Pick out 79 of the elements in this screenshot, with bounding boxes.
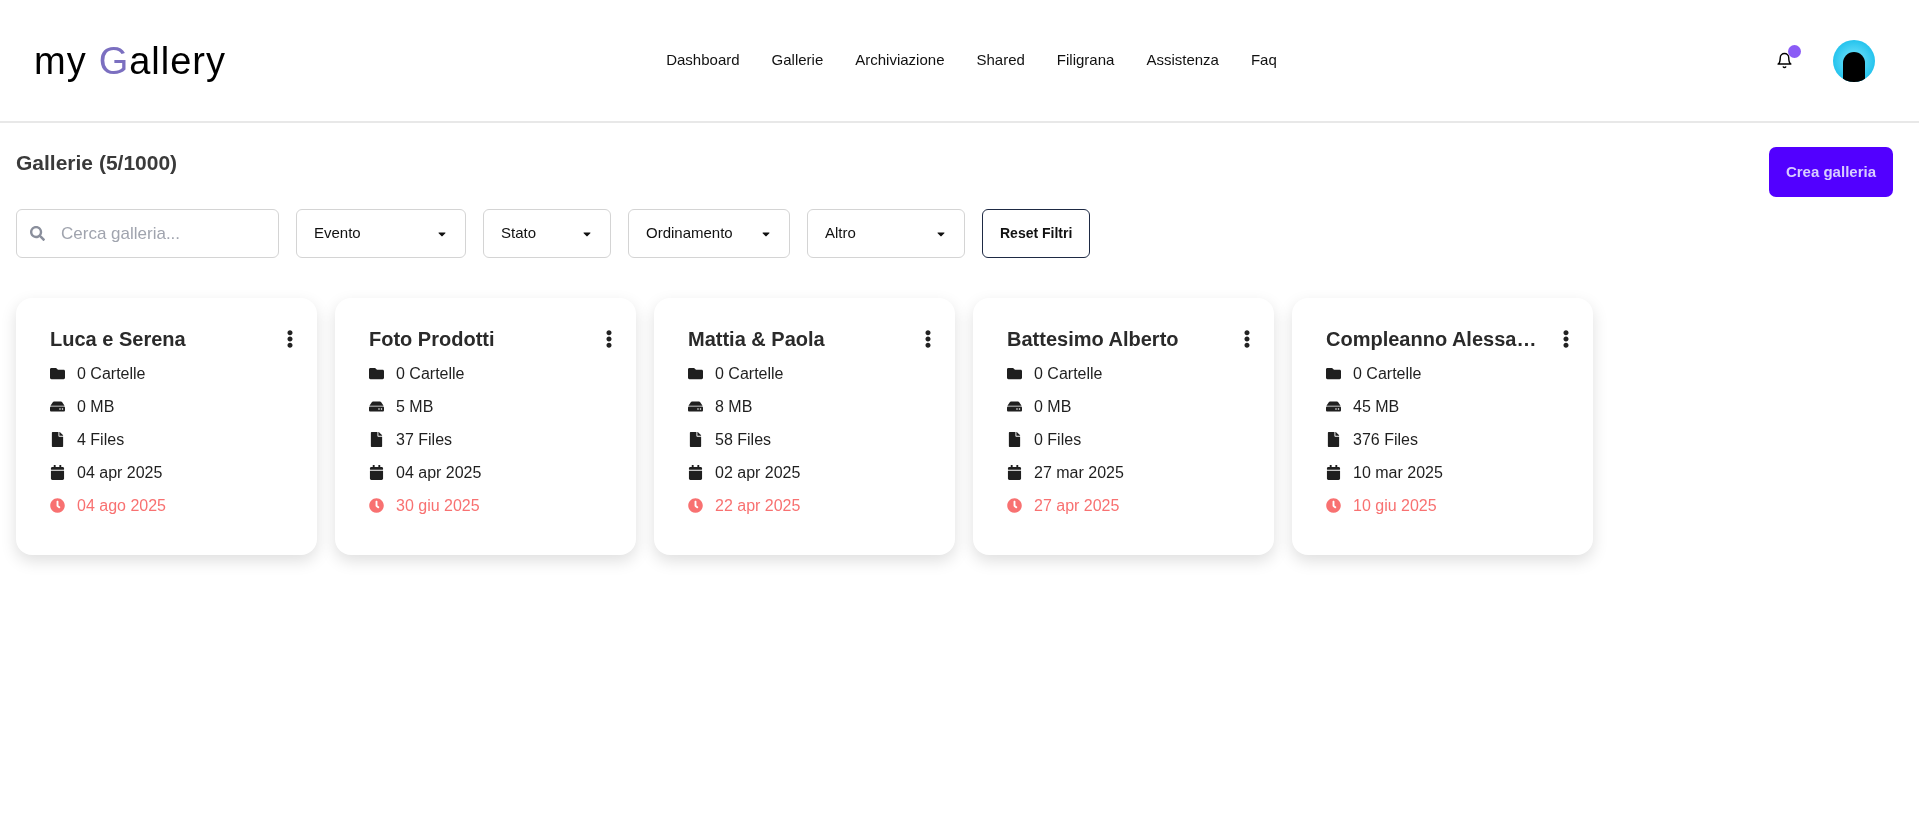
gallery-card[interactable]: Battesimo Alberto 0 Cartelle 0 MB 0 Files 27 mar 2025 27 apr 2025 xyxy=(973,298,1274,555)
gallery-title: Battesimo Alberto xyxy=(1007,327,1179,352)
gallery-title: Compleanno Alessa… xyxy=(1326,327,1537,352)
reset-filters-button[interactable]: Reset Filtri xyxy=(982,209,1091,258)
detail-text: 04 apr 2025 xyxy=(77,462,163,483)
detail-text: 04 apr 2025 xyxy=(396,462,482,483)
detail-text: 0 Cartelle xyxy=(1353,363,1422,384)
page-title: Gallerie (5/1000) xyxy=(16,150,178,176)
gallery-title: Luca e Serena xyxy=(50,327,186,352)
drive-icon xyxy=(688,399,703,414)
file-icon xyxy=(1326,432,1341,447)
detail-text: 58 Files xyxy=(715,429,772,450)
clock-icon xyxy=(50,498,65,513)
expiry-date: 10 giu 2025 xyxy=(1353,495,1437,516)
folder-icon xyxy=(369,366,384,381)
detail-text: 5 MB xyxy=(396,396,434,417)
folder-icon xyxy=(688,366,703,381)
file-icon xyxy=(1007,432,1022,447)
detail-text: 0 Cartelle xyxy=(396,363,465,384)
detail-text: 8 MB xyxy=(715,396,753,417)
detail-text: 0 Cartelle xyxy=(77,363,146,384)
create-gallery-button[interactable]: Crea galleria xyxy=(1768,147,1893,197)
detail-text: 02 apr 2025 xyxy=(715,462,801,483)
folder-icon xyxy=(1326,366,1341,381)
calendar-icon xyxy=(50,465,65,480)
detail-text: 4 Files xyxy=(77,429,125,450)
logo[interactable]: my Gallery xyxy=(34,41,434,80)
gallery-title: Foto Prodotti xyxy=(369,327,495,352)
calendar-icon xyxy=(1007,465,1022,480)
clock-icon xyxy=(369,498,384,513)
clock-icon xyxy=(1007,498,1022,513)
clock-icon xyxy=(688,498,703,513)
calendar-icon xyxy=(369,465,384,480)
gallery-card[interactable]: Foto Prodotti 0 Cartelle 5 MB 37 Files 04 apr 2025 30 giu 2025 xyxy=(335,298,636,555)
gallery-card[interactable]: Mattia & Paola 0 Cartelle 8 MB 58 Files 02 apr 2025 22 apr 2025 xyxy=(654,298,955,555)
nav-link[interactable]: Archiviazione xyxy=(855,49,945,72)
file-icon xyxy=(688,432,703,447)
expiry-date: 04 ago 2025 xyxy=(77,495,166,516)
nav-link[interactable]: Assistenza xyxy=(1146,49,1219,72)
gallery-card[interactable]: Luca e Serena 0 Cartelle 0 MB 4 Files 04 apr 2025 04 ago 2025 xyxy=(16,298,317,555)
detail-text: 10 mar 2025 xyxy=(1353,462,1443,483)
filter-dropdown[interactable]: Evento xyxy=(296,209,466,258)
drive-icon xyxy=(50,399,65,414)
filter-dropdown[interactable]: Ordinamento xyxy=(628,209,790,258)
nav-link[interactable]: Filigrana xyxy=(1056,49,1115,72)
drive-icon xyxy=(1326,399,1341,414)
gallery-title: Mattia & Paola xyxy=(688,327,825,352)
detail-text: 376 Files xyxy=(1353,429,1418,450)
gallery-card[interactable]: Compleanno Alessa… 0 Cartelle 45 MB 376 Files 10 mar 2025 10 giu 2025 xyxy=(1292,298,1593,555)
nav-link[interactable]: Faq xyxy=(1250,49,1277,72)
nav-link[interactable]: Shared xyxy=(976,49,1025,72)
detail-text: 0 Cartelle xyxy=(1034,363,1103,384)
folder-icon xyxy=(50,366,65,381)
calendar-icon xyxy=(688,465,703,480)
clock-icon xyxy=(1326,498,1341,513)
detail-text: 0 Files xyxy=(1034,429,1082,450)
avatar[interactable] xyxy=(1833,39,1875,82)
file-icon xyxy=(50,432,65,447)
detail-text: 0 MB xyxy=(77,396,115,417)
bell-icon xyxy=(1775,52,1793,69)
filter-dropdown[interactable]: Altro xyxy=(807,209,965,258)
drive-icon xyxy=(1007,399,1022,414)
detail-text: 45 MB xyxy=(1353,396,1400,417)
drive-icon xyxy=(369,399,384,414)
detail-text: 27 mar 2025 xyxy=(1034,462,1124,483)
expiry-date: 30 giu 2025 xyxy=(396,495,480,516)
nav-link[interactable]: Dashboard xyxy=(666,49,740,72)
search-icon xyxy=(30,226,45,241)
expiry-date: 27 apr 2025 xyxy=(1034,495,1120,516)
search-field[interactable]: Cerca galleria... xyxy=(16,209,279,258)
folder-icon xyxy=(1007,366,1022,381)
file-icon xyxy=(369,432,384,447)
detail-text: 0 Cartelle xyxy=(715,363,784,384)
detail-text: 0 MB xyxy=(1034,396,1072,417)
calendar-icon xyxy=(1326,465,1341,480)
filter-dropdown[interactable]: Stato xyxy=(483,209,611,258)
detail-text: 37 Files xyxy=(396,429,453,450)
expiry-date: 22 apr 2025 xyxy=(715,495,801,516)
nav-link[interactable]: Gallerie xyxy=(771,49,824,72)
